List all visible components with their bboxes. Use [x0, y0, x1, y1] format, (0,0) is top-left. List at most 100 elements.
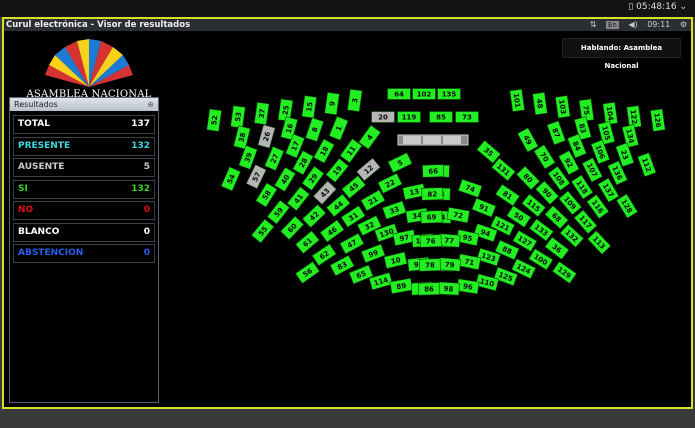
seat[interactable]: 104 — [602, 101, 619, 126]
seat-number: 96 — [462, 282, 473, 291]
seat-number: 53 — [234, 111, 243, 122]
seat[interactable]: 60 — [280, 215, 305, 241]
seat-number: 85 — [436, 114, 446, 122]
seat[interactable]: 135 — [437, 88, 461, 100]
seat[interactable]: 99 — [360, 243, 386, 264]
seat[interactable]: 70 — [533, 144, 556, 170]
seat[interactable]: 54 — [220, 166, 241, 192]
seat[interactable]: 48 — [532, 92, 548, 116]
seat[interactable]: 96 — [456, 278, 480, 295]
seat[interactable]: 53 — [230, 105, 246, 129]
seat[interactable]: 38 — [233, 125, 251, 150]
seat[interactable]: 52 — [206, 108, 222, 132]
seat[interactable]: 109 — [558, 190, 583, 216]
seat[interactable]: 69 — [420, 210, 443, 224]
seat[interactable]: 5 — [387, 152, 413, 174]
seat[interactable]: 101 — [509, 88, 525, 112]
seat[interactable]: 71 — [457, 253, 482, 271]
seat[interactable]: 18 — [313, 138, 335, 164]
seat[interactable]: 45 — [341, 175, 367, 199]
seat[interactable]: 12 — [356, 157, 381, 182]
seat-number: 75 — [581, 105, 590, 116]
seat[interactable]: 43 — [312, 180, 337, 205]
seat[interactable]: 73 — [455, 111, 479, 123]
seat[interactable]: 102 — [412, 88, 436, 100]
battery-icon: ▯ — [628, 2, 634, 12]
seat[interactable]: 82 — [421, 187, 444, 201]
seat[interactable]: 55 — [251, 218, 275, 244]
seat[interactable]: 22 — [377, 172, 403, 194]
seat[interactable]: 64 — [387, 88, 411, 100]
seat[interactable]: 126 — [650, 108, 666, 132]
seat[interactable]: 59 — [266, 199, 291, 225]
seat[interactable]: 78 — [418, 258, 441, 272]
seat[interactable]: 56 — [295, 261, 320, 284]
seat[interactable]: 19 — [325, 158, 349, 183]
seat-number: 64 — [394, 91, 404, 99]
seat[interactable]: 58 — [255, 182, 278, 208]
seat[interactable]: 46 — [319, 219, 345, 243]
seat[interactable]: 20 — [371, 111, 395, 123]
seat[interactable]: 113 — [587, 230, 612, 255]
seat[interactable]: 129 — [552, 261, 577, 284]
seat[interactable]: 41 — [286, 186, 311, 212]
seat[interactable]: 62 — [311, 243, 337, 267]
seat[interactable]: 76 — [419, 234, 442, 248]
seat[interactable]: 26 — [257, 124, 276, 149]
system-clock[interactable]: ▯ 05:48:16 ⌄ — [628, 2, 687, 12]
seat[interactable]: 116 — [586, 194, 610, 219]
seat[interactable]: 49 — [517, 127, 539, 153]
seat-number: 15 — [305, 101, 314, 112]
seat-number: 77 — [444, 237, 455, 246]
seat[interactable]: 89 — [389, 277, 414, 295]
seat-number: 102 — [417, 91, 432, 99]
seat[interactable]: 40 — [274, 166, 296, 192]
seat-number: 89 — [396, 282, 407, 292]
seat-number: 37 — [258, 108, 267, 119]
seat[interactable]: 98 — [437, 281, 460, 296]
seat[interactable]: 74 — [457, 178, 483, 198]
seat[interactable]: 131 — [491, 157, 516, 182]
seat[interactable]: 65 — [348, 264, 374, 285]
seat[interactable]: 35 — [476, 140, 502, 164]
seat[interactable]: 133 — [528, 218, 554, 242]
seat[interactable]: 66 — [422, 164, 445, 178]
seat[interactable]: 103 — [555, 95, 571, 119]
seat[interactable]: 87 — [546, 120, 566, 146]
seat[interactable]: 91 — [471, 197, 497, 218]
seat-number: 72 — [453, 211, 464, 221]
seat[interactable]: 90 — [535, 180, 560, 205]
seat[interactable]: 80 — [516, 165, 541, 191]
seat[interactable]: 27 — [264, 146, 285, 171]
seat[interactable]: 86 — [418, 282, 441, 296]
seat[interactable]: 8 — [305, 117, 325, 142]
chamber-seat-map: 6410213520119857334569111122213141581819… — [206, 88, 666, 296]
seat[interactable]: 42 — [301, 203, 327, 229]
seat[interactable]: 61 — [295, 230, 320, 254]
seat[interactable]: 117 — [573, 209, 598, 235]
seat[interactable]: 79 — [438, 257, 461, 272]
seat[interactable]: 1 — [328, 115, 349, 141]
seat[interactable]: 37 — [253, 101, 270, 126]
seat-number: 86 — [424, 285, 434, 293]
seat[interactable]: 36 — [544, 236, 570, 260]
seat[interactable]: 15 — [301, 95, 317, 119]
seat[interactable]: 132 — [559, 223, 585, 248]
chevron-down-icon: ⌄ — [679, 2, 687, 12]
seat[interactable]: 47 — [339, 232, 365, 255]
seat-number: 66 — [428, 167, 438, 175]
seat-number: 98 — [443, 285, 453, 294]
seat[interactable]: 33 — [382, 200, 407, 220]
seat[interactable]: 85 — [429, 111, 453, 123]
seat[interactable]: 10 — [383, 251, 408, 269]
seat[interactable]: 68 — [544, 205, 569, 230]
seat[interactable]: 21 — [360, 189, 386, 212]
seat[interactable]: 119 — [397, 111, 421, 123]
seat[interactable]: 112 — [637, 152, 657, 177]
seat[interactable]: 81 — [495, 183, 521, 207]
seat[interactable]: 3 — [347, 88, 363, 112]
seat[interactable]: 9 — [324, 92, 340, 116]
seat[interactable]: 39 — [238, 145, 258, 170]
seat[interactable]: 128 — [615, 193, 639, 219]
seat-number: 20 — [378, 114, 388, 122]
